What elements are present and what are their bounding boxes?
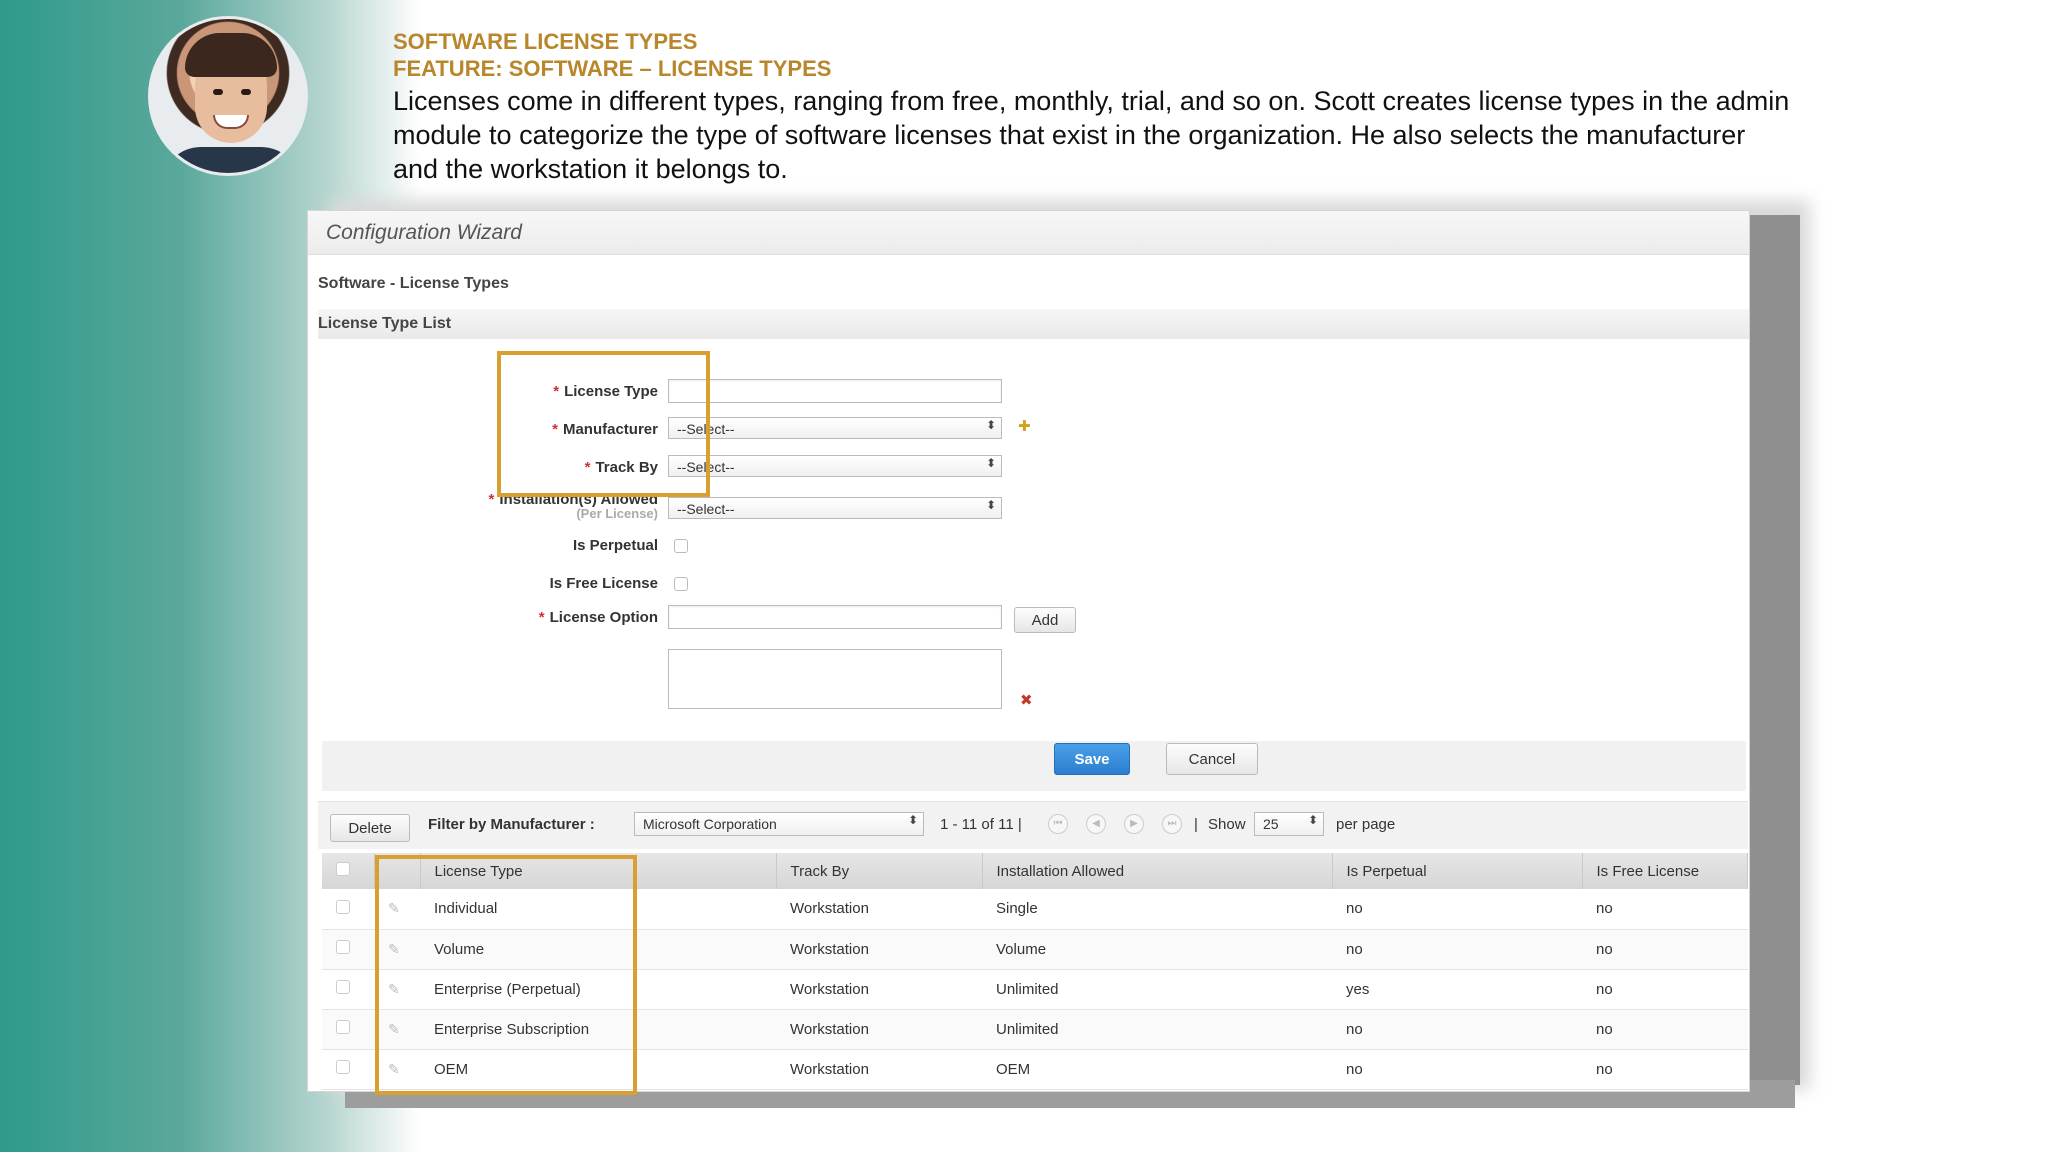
license-option-input[interactable] — [668, 605, 1002, 629]
row-checkbox[interactable] — [336, 940, 350, 954]
highlight-box-license-types — [375, 855, 637, 1095]
select-all-header — [322, 853, 375, 889]
cell-installation: Unlimited — [982, 969, 1332, 1010]
license-type-list-header: License Type List — [318, 309, 1749, 339]
track-by-select[interactable]: --Select-- ⬍ — [668, 455, 1002, 477]
cell-free: no — [1582, 1049, 1748, 1090]
is-perpetual-checkbox[interactable] — [674, 539, 688, 553]
page-size-select[interactable]: 25 ⬍ — [1254, 812, 1324, 836]
breadcrumb: Software - License Types — [318, 275, 509, 292]
remove-option-icon[interactable]: ✖ — [1020, 691, 1033, 709]
cell-perpetual: no — [1332, 1009, 1582, 1050]
paging-info: 1 - 11 of 11 | — [940, 816, 1022, 833]
is-free-label: Is Free License — [549, 575, 658, 592]
is-free-checkbox[interactable] — [674, 577, 688, 591]
updown-arrow-icon: ⬍ — [907, 813, 918, 827]
cell-installation: Unlimited — [982, 1009, 1332, 1050]
installations-sublabel: (Per License) — [576, 506, 658, 521]
license-option-label: License Option — [549, 609, 658, 626]
column-header[interactable]: Installation Allowed — [982, 853, 1333, 889]
row-checkbox[interactable] — [336, 1020, 350, 1034]
cell-free: no — [1582, 889, 1748, 930]
last-page-icon[interactable]: ⏭ — [1162, 814, 1182, 834]
cell-free: no — [1582, 929, 1748, 970]
toolbar-separator: | — [1194, 816, 1198, 833]
list-toolbar: Delete Filter by Manufacturer : Microsof… — [318, 801, 1748, 849]
slide-description: Licenses come in different types, rangin… — [393, 86, 1790, 184]
cell-perpetual: yes — [1332, 969, 1582, 1010]
prev-page-icon[interactable]: ◀ — [1086, 814, 1106, 834]
per-page-label: per page — [1336, 816, 1396, 833]
cell-perpetual: no — [1332, 929, 1582, 970]
avatar — [148, 16, 308, 176]
cell-perpetual: no — [1332, 1049, 1582, 1090]
cell-track-by: Workstation — [776, 929, 982, 970]
show-label: Show — [1208, 816, 1246, 833]
row-checkbox[interactable] — [336, 980, 350, 994]
filter-manufacturer-select[interactable]: Microsoft Corporation ⬍ — [634, 812, 924, 836]
highlight-box-form-fields — [497, 351, 710, 497]
cell-free: no — [1582, 969, 1748, 1010]
cancel-button[interactable]: Cancel — [1166, 743, 1258, 775]
add-manufacturer-icon[interactable]: ✚ — [1018, 417, 1031, 435]
save-button[interactable]: Save — [1054, 743, 1130, 775]
column-header[interactable]: Track By — [776, 853, 983, 889]
feature-subtitle: FEATURE: SOFTWARE – LICENSE TYPES — [393, 56, 832, 81]
filter-label: Filter by Manufacturer : — [428, 816, 595, 833]
cell-perpetual: no — [1332, 889, 1582, 930]
license-option-list[interactable] — [668, 649, 1002, 709]
delete-button[interactable]: Delete — [330, 814, 410, 842]
cell-free: no — [1582, 1009, 1748, 1050]
column-header[interactable]: Is Perpetual — [1332, 853, 1583, 889]
slide-header: SOFTWARE LICENSE TYPES FEATURE: SOFTWARE… — [393, 28, 1793, 186]
row-checkbox[interactable] — [336, 899, 350, 914]
wizard-title: Configuration Wizard — [308, 211, 1749, 255]
cell-installation: Volume — [982, 929, 1332, 970]
column-header[interactable]: Is Free License — [1582, 853, 1748, 889]
first-page-icon[interactable]: ⏮ — [1048, 814, 1068, 834]
cell-track-by: Workstation — [776, 969, 982, 1010]
updown-arrow-icon: ⬍ — [985, 418, 996, 432]
cell-installation: Single — [982, 889, 1332, 930]
row-checkbox[interactable] — [336, 1060, 350, 1074]
updown-arrow-icon: ⬍ — [985, 456, 996, 470]
add-button[interactable]: Add — [1014, 607, 1076, 633]
form-action-bar — [322, 741, 1746, 791]
next-page-icon[interactable]: ▶ — [1124, 814, 1144, 834]
installations-select[interactable]: --Select-- ⬍ — [668, 497, 1002, 519]
updown-arrow-icon: ⬍ — [1307, 813, 1318, 827]
select-all-checkbox[interactable] — [336, 862, 350, 876]
manufacturer-select[interactable]: --Select-- ⬍ — [668, 417, 1002, 439]
license-type-input[interactable] — [668, 379, 1002, 403]
slide-title: SOFTWARE LICENSE TYPES — [393, 29, 698, 54]
cell-track-by: Workstation — [776, 1049, 982, 1090]
updown-arrow-icon: ⬍ — [985, 498, 996, 512]
cell-track-by: Workstation — [776, 1009, 982, 1050]
cell-track-by: Workstation — [776, 889, 982, 930]
is-perpetual-label: Is Perpetual — [572, 537, 658, 554]
cell-installation: OEM — [982, 1049, 1332, 1090]
